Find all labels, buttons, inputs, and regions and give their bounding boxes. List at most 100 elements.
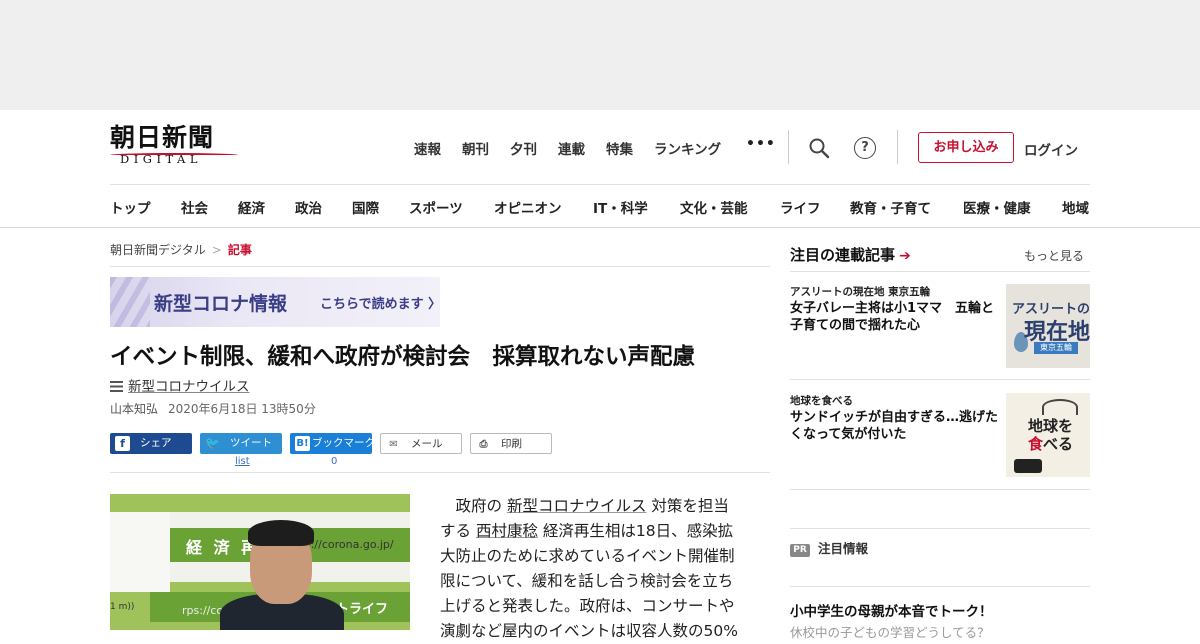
banner-title: 新型コロナ情報 bbox=[154, 293, 288, 315]
breadcrumb-separator: > bbox=[211, 243, 222, 257]
ad-banner-area bbox=[0, 0, 1200, 110]
divider bbox=[790, 271, 1090, 272]
sidebar-article-thumbnail: アスリートの 現在地 東京五輪 bbox=[1006, 284, 1090, 368]
pr-item-title[interactable]: 小中学生の母親が本音でトーク！ bbox=[790, 600, 993, 620]
divider bbox=[110, 266, 770, 267]
sidebar-article-title: サンドイッチが自由すぎる…逃げたくなって気が付いた bbox=[790, 410, 999, 442]
photo-side bbox=[110, 512, 170, 592]
photo-pole-text: 1 m)) bbox=[110, 602, 135, 612]
category-sports[interactable]: スポーツ bbox=[409, 197, 463, 217]
divider bbox=[790, 489, 1090, 490]
facebook-icon: f bbox=[115, 436, 130, 451]
divider bbox=[790, 586, 1090, 587]
breadcrumb: 朝日新聞デジタル > 記事 bbox=[110, 241, 252, 258]
pr-section-title: 注目情報 bbox=[818, 541, 869, 556]
author-name: 山本知弘 bbox=[110, 402, 159, 416]
photo-url-text: s://corona.go.jp/ bbox=[305, 538, 394, 551]
facebook-share-label: シェア bbox=[140, 437, 172, 449]
hatena-bookmark-button[interactable]: B! ブックマーク bbox=[290, 433, 375, 454]
body-line: する 西村康稔 経済再生相は18日、感染拡 bbox=[440, 519, 745, 544]
hand-icon bbox=[1014, 459, 1042, 473]
thumb-badge: 東京五輪 bbox=[1034, 342, 1078, 354]
sidebar-article-title: 女子バレー主将は小1ママ 五輪と子育ての間で揺れた心 bbox=[790, 301, 995, 333]
category-education[interactable]: 教育・子育て bbox=[850, 197, 931, 217]
mail-icon: ✉ bbox=[389, 439, 398, 450]
list-icon bbox=[110, 381, 123, 392]
breadcrumb-home[interactable]: 朝日新聞デジタル bbox=[110, 243, 206, 257]
article-tag-label: 新型コロナウイルス bbox=[128, 379, 250, 395]
pr-section-header: PR 注目情報 bbox=[790, 538, 868, 557]
sidebar-article-category: 地球を食べる bbox=[790, 395, 853, 407]
facebook-share-button[interactable]: f シェア bbox=[110, 433, 192, 454]
login-link[interactable]: ログイン bbox=[1024, 139, 1078, 159]
thumb-text-red: 食 bbox=[1028, 435, 1044, 453]
thumb-text: べる bbox=[1043, 435, 1074, 453]
topnav-item-sokuho[interactable]: 速報 bbox=[414, 138, 441, 158]
category-international[interactable]: 国際 bbox=[352, 197, 379, 217]
see-more-link[interactable]: もっと見る bbox=[1024, 247, 1084, 264]
sidebar-title[interactable]: 注目の連載記事 ➔ bbox=[790, 244, 911, 265]
article-photo[interactable]: 経 済 再 s://corona.go.jp/ rps://corona.go … bbox=[110, 494, 410, 630]
twitter-icon: 🐦 bbox=[205, 436, 220, 450]
twitter-count[interactable]: list bbox=[235, 456, 250, 467]
header-divider-line bbox=[110, 184, 1090, 185]
category-local[interactable]: 地域 bbox=[1062, 197, 1089, 217]
body-line: 上げると発表した。政府は、コンサートや bbox=[440, 594, 745, 619]
hatena-icon: B! bbox=[295, 436, 310, 451]
mail-share-button[interactable]: ✉ メール bbox=[380, 433, 462, 454]
photo-person-hair bbox=[248, 520, 314, 546]
twitter-share-label: ツイート bbox=[230, 437, 272, 449]
print-icon: ⎙ bbox=[479, 439, 488, 450]
body-text: する bbox=[440, 522, 476, 540]
pr-item-subtitle: 休校中の子どもの学習どうしてる？ bbox=[790, 625, 990, 640]
divider bbox=[110, 472, 770, 473]
twitter-share-button[interactable]: 🐦 ツイート bbox=[200, 433, 282, 454]
category-politics[interactable]: 政治 bbox=[295, 197, 322, 217]
category-top[interactable]: トップ bbox=[110, 197, 151, 217]
banner-decoration bbox=[110, 277, 150, 327]
article-tag[interactable]: 新型コロナウイルス bbox=[110, 375, 250, 395]
category-culture[interactable]: 文化・芸能 bbox=[680, 197, 748, 217]
body-line: 大防止のために求めているイベント開催制 bbox=[440, 544, 745, 569]
category-life[interactable]: ライフ bbox=[780, 197, 821, 217]
topnav-item-rensai[interactable]: 連載 bbox=[558, 138, 585, 158]
body-text: 対策を担当 bbox=[646, 497, 729, 515]
arrow-right-icon: ➔ bbox=[899, 248, 911, 264]
corona-info-banner[interactable]: 新型コロナ情報 こちらで読めます 〉 bbox=[110, 277, 440, 327]
header-divider bbox=[897, 130, 898, 164]
site-logo[interactable]: 朝日新聞 DIGITAL bbox=[110, 124, 250, 170]
breadcrumb-current: 記事 bbox=[227, 243, 252, 257]
sidebar-article-category: アスリートの現在地 東京五輪 bbox=[790, 286, 931, 298]
topnav-item-yukan[interactable]: 夕刊 bbox=[510, 138, 537, 158]
body-link[interactable]: 新型コロナウイルス bbox=[507, 497, 647, 515]
search-icon[interactable] bbox=[808, 137, 830, 159]
topnav-item-ranking[interactable]: ランキング bbox=[654, 138, 721, 158]
category-opinion[interactable]: オピニオン bbox=[494, 197, 562, 217]
more-menu-button[interactable]: ••• bbox=[746, 136, 776, 152]
body-line: 演劇など屋内のイベントは収容人数の50% bbox=[440, 619, 745, 644]
cloche-icon bbox=[1042, 399, 1078, 415]
divider bbox=[790, 379, 1090, 380]
body-line: 政府の 新型コロナウイルス 対策を担当 bbox=[440, 494, 745, 519]
article-headline: イベント制限、緩和へ政府が検討会 採算取れない声配慮 bbox=[110, 344, 696, 370]
category-economy[interactable]: 経済 bbox=[238, 197, 265, 217]
subscribe-button[interactable]: お申し込み bbox=[918, 132, 1014, 163]
body-text: 演劇など屋内のイベントは収容人数の50% bbox=[440, 622, 738, 640]
header-divider bbox=[788, 130, 789, 164]
mail-share-label: メール bbox=[411, 438, 443, 450]
pr-badge: PR bbox=[790, 544, 810, 557]
topnav-item-choukan[interactable]: 朝刊 bbox=[462, 138, 489, 158]
topnav-item-tokushu[interactable]: 特集 bbox=[606, 138, 633, 158]
site-header: 朝日新聞 DIGITAL 速報 朝刊 夕刊 連載 特集 ランキング ••• ? … bbox=[0, 110, 1200, 228]
print-button[interactable]: ⎙ 印刷 bbox=[470, 433, 552, 454]
category-health[interactable]: 医療・健康 bbox=[963, 197, 1031, 217]
sidebar-title-text: 注目の連載記事 bbox=[790, 246, 896, 264]
body-text: 上げると発表した。政府は、コンサートや bbox=[440, 597, 735, 615]
category-society[interactable]: 社会 bbox=[181, 197, 208, 217]
body-text: 限について、緩和を話し合う検討会を立ち bbox=[440, 572, 734, 590]
logo-swoosh bbox=[110, 153, 238, 157]
body-link[interactable]: 西村康稔 bbox=[476, 522, 538, 540]
category-it-science[interactable]: IT・科学 bbox=[593, 197, 648, 217]
article-byline: 山本知弘 2020年6月18日 13時50分 bbox=[110, 400, 316, 417]
help-icon[interactable]: ? bbox=[854, 137, 876, 159]
